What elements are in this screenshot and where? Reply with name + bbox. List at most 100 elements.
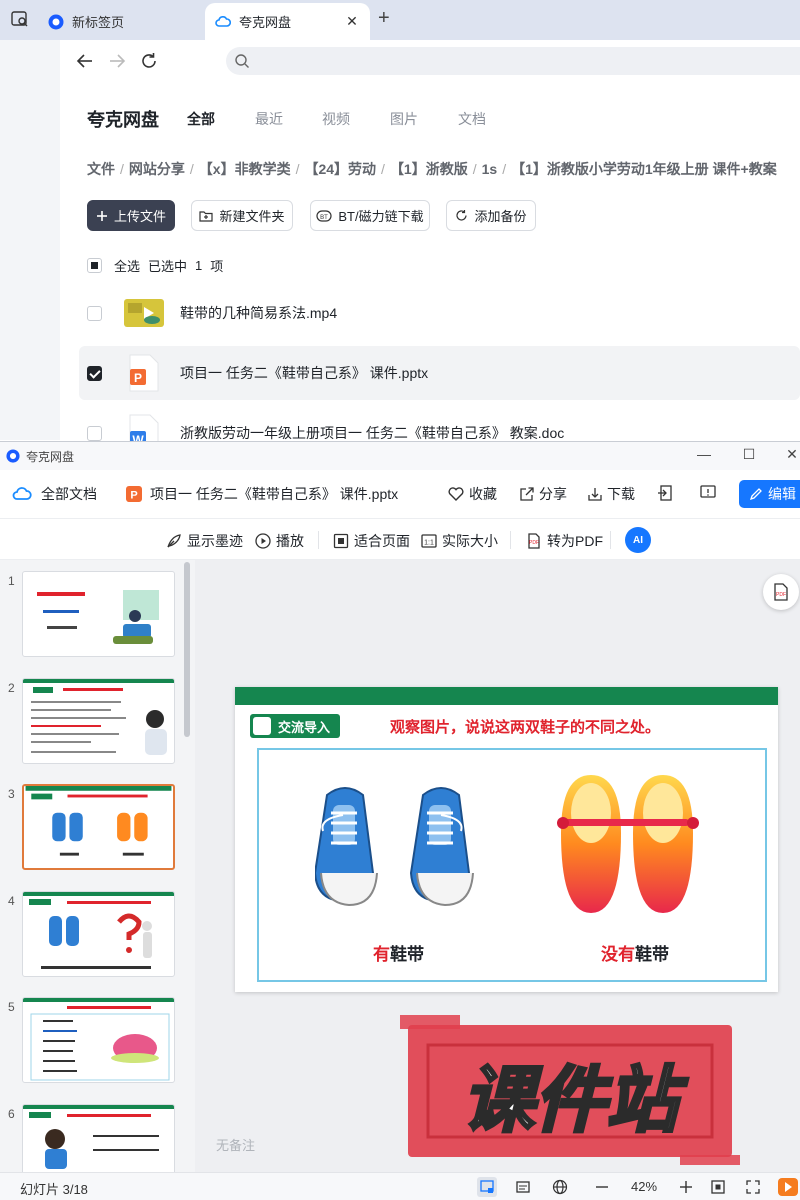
breadcrumb-item[interactable]: 1s [482, 161, 498, 177]
fit-page-button[interactable]: 适合页面 [333, 531, 410, 551]
play-button[interactable]: 播放 [255, 531, 304, 551]
tab-label: 夸克网盘 [239, 15, 292, 30]
svg-text:PDF: PDF [529, 540, 539, 546]
slide-thumbnail[interactable] [22, 678, 175, 764]
select-all-label[interactable]: 全选 [114, 256, 140, 275]
caption-no-laces: 没有鞋带 [601, 940, 669, 965]
quark-logo-icon [48, 14, 64, 29]
open-in-window-icon[interactable] [657, 485, 673, 501]
pencil-icon [749, 488, 762, 501]
cloud-drive-icon [215, 15, 231, 27]
share-button[interactable]: 分享 [520, 484, 567, 504]
caption-red-text: 没有 [601, 945, 635, 964]
brand-title: 夸克网盘 [87, 110, 159, 130]
download-button[interactable]: 下载 [588, 484, 635, 504]
feedback-icon[interactable] [700, 485, 716, 501]
slide-thumbnail[interactable] [22, 571, 175, 657]
tab-label: 新标签页 [72, 15, 125, 30]
fit-window-icon[interactable] [708, 1177, 728, 1197]
add-backup-button[interactable]: 添加备份 [446, 200, 536, 231]
download-label: 下载 [607, 486, 635, 502]
breadcrumb-item[interactable]: 文件 [87, 161, 115, 177]
file-checkbox[interactable] [87, 365, 102, 381]
nav-tab-recent[interactable]: 最近 [255, 109, 283, 129]
notes-view-icon[interactable] [513, 1177, 533, 1197]
maximize-icon[interactable]: ☐ [739, 446, 759, 463]
download-icon [588, 488, 602, 501]
fullscreen-icon[interactable] [743, 1177, 763, 1197]
caption-has-laces: 有鞋带 [373, 940, 424, 965]
nav-tab-all[interactable]: 全部 [187, 109, 215, 129]
edit-button[interactable]: 编辑 [739, 480, 800, 508]
slide-thumbnail[interactable] [22, 1104, 175, 1172]
all-documents-button[interactable]: 全部文档 [12, 484, 97, 504]
file-row[interactable]: 鞋带的几种简易系法.mp4 [79, 286, 800, 340]
slide-canvas: PDF 交流导入 观察图片，说说这两双鞋子的不同之处。 有鞋带 没有鞋带 课件站… [195, 560, 800, 1172]
bt-icon: BT [316, 209, 332, 222]
document-title: P 项目一 任务二《鞋带自己系》 课件.pptx [126, 484, 398, 504]
forward-arrow-icon[interactable] [106, 50, 128, 72]
bt-download-button[interactable]: BT BT/磁力链下载 [310, 200, 430, 231]
breadcrumb-item[interactable]: 【x】非教学类 [199, 161, 291, 177]
convert-to-pdf-button[interactable]: PDF 转为PDF [526, 531, 603, 551]
reload-icon[interactable] [138, 50, 160, 72]
minimize-icon[interactable]: — [694, 446, 714, 462]
file-name: 项目一 任务二《鞋带自己系》 课件.pptx [180, 365, 429, 381]
thumbnail-number: 6 [8, 1107, 15, 1121]
tab-search-icon[interactable] [10, 9, 30, 29]
select-all-checkbox[interactable] [87, 258, 102, 273]
file-name: 鞋带的几种简易系法.mp4 [180, 305, 338, 321]
file-row[interactable]: P 项目一 任务二《鞋带自己系》 课件.pptx [79, 346, 800, 400]
actual-size-icon: 1:1 [421, 534, 437, 548]
slide-thumbnail[interactable] [22, 997, 175, 1083]
close-tab-icon[interactable]: ✕ [342, 13, 362, 30]
file-checkbox[interactable] [87, 305, 102, 321]
back-arrow-icon[interactable] [74, 50, 96, 72]
zoom-in-icon[interactable] [676, 1177, 696, 1197]
new-folder-button[interactable]: 新建文件夹 [191, 200, 293, 231]
nav-tab-video[interactable]: 视频 [322, 109, 350, 129]
ai-assistant-button[interactable]: AI [625, 527, 651, 553]
preview-toolbar: 显示墨迹 播放 适合页面 1:1 实际大小 PDF 转为PDF AI [0, 518, 800, 560]
nav-tab-image[interactable]: 图片 [390, 109, 418, 129]
window-title: 夸克网盘 [26, 449, 75, 464]
svg-text:1:1: 1:1 [424, 540, 434, 547]
selected-count: 1 [195, 258, 203, 273]
breadcrumb-item[interactable]: 网站分享 [129, 161, 185, 177]
show-ink-button[interactable]: 显示墨迹 [166, 531, 243, 551]
nav-tab-document[interactable]: 文档 [458, 109, 486, 129]
slide-thumbnail[interactable] [22, 891, 175, 977]
favorite-button[interactable]: 收藏 [448, 484, 497, 504]
slideshow-play-icon[interactable] [778, 1177, 798, 1197]
breadcrumb-separator: / [472, 161, 477, 177]
tab-quark-drive[interactable]: 夸克网盘 ✕ [205, 3, 370, 40]
globe-icon[interactable] [550, 1177, 570, 1197]
slide-question: 观察图片，说说这两双鞋子的不同之处。 [390, 719, 661, 736]
thumbnail-number: 4 [8, 894, 15, 908]
slide-1-preview-image [37, 590, 159, 644]
toolbar-divider [510, 531, 511, 549]
caption-text: 鞋带 [635, 945, 669, 964]
breadcrumb-item[interactable]: 【24】劳动 [304, 161, 376, 177]
thumbnail-scrollbar[interactable] [184, 562, 190, 737]
breadcrumb-item[interactable]: 【1】浙教版 [390, 161, 468, 177]
speaker-notes: 无备注 [216, 1138, 256, 1153]
zoom-out-icon[interactable] [592, 1177, 612, 1197]
close-window-icon[interactable]: ✕ [782, 446, 800, 463]
file-checkbox[interactable] [87, 425, 102, 441]
actual-size-button[interactable]: 1:1 实际大小 [421, 531, 498, 551]
selected-prefix: 已选中 [148, 259, 188, 274]
url-input[interactable] [226, 47, 800, 75]
normal-view-icon[interactable] [477, 1177, 497, 1197]
upload-label: 上传文件 [113, 209, 166, 224]
pdf-side-button[interactable]: PDF [763, 574, 799, 610]
fit-page-icon [333, 533, 349, 549]
svg-text:BT: BT [321, 215, 329, 221]
tab-new-tab[interactable]: 新标签页 [38, 3, 198, 40]
slide-thumbnail-selected[interactable] [22, 784, 175, 870]
plus-icon [96, 210, 107, 221]
select-all-row: 全选 已选中 1 项 [87, 256, 223, 275]
zoom-level[interactable]: 42% [631, 1179, 657, 1194]
upload-button[interactable]: 上传文件 [87, 200, 175, 231]
new-tab-button[interactable]: + [378, 8, 390, 28]
